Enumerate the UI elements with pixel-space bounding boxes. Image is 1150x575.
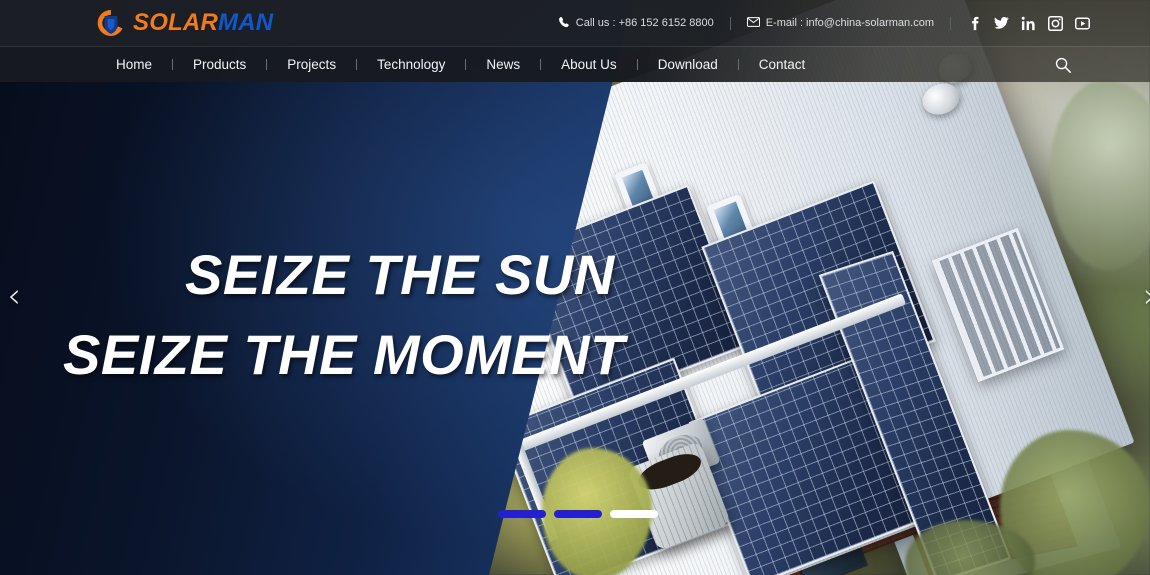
linkedin-icon[interactable] — [1021, 16, 1036, 31]
email-label: E-mail : info@china-solarman.com — [765, 17, 934, 29]
carousel-indicator-1[interactable] — [498, 510, 546, 518]
page-root: SEIZE THE SUN SEIZE THE MOMENT ‹ › SOLAR… — [0, 0, 1150, 575]
search-icon[interactable] — [1052, 54, 1074, 76]
logo-text-man: MAN — [218, 9, 274, 36]
instagram-icon[interactable] — [1048, 15, 1063, 31]
nav-item-home[interactable]: Home — [96, 57, 172, 72]
phone-label: Call us : +86 152 6152 8800 — [575, 17, 714, 29]
topbar-divider — [729, 16, 731, 30]
hero-slider: SEIZE THE SUN SEIZE THE MOMENT ‹ › — [0, 0, 1150, 575]
site-logo[interactable]: SOLARMAN — [96, 8, 273, 38]
hero-headline-line-2: SEIZE THE MOMENT — [63, 323, 625, 386]
carousel-next-button[interactable]: › — [1136, 276, 1150, 316]
carousel-indicator-2[interactable] — [554, 510, 602, 518]
facebook-icon[interactable] — [967, 16, 982, 31]
nav-item-projects[interactable]: Projects — [267, 57, 356, 72]
email-contact[interactable]: E-mail : info@china-solarman.com — [746, 16, 934, 30]
solarman-logo-icon — [96, 8, 126, 38]
nav-item-download[interactable]: Download — [638, 57, 738, 72]
phone-icon — [558, 16, 570, 31]
nav-item-about-us[interactable]: About Us — [541, 57, 637, 72]
carousel-indicator-3[interactable] — [610, 510, 658, 518]
nav-item-contact[interactable]: Contact — [739, 57, 826, 72]
nav-item-news[interactable]: News — [466, 57, 540, 72]
nav-item-technology[interactable]: Technology — [357, 57, 465, 72]
site-logo-text: SOLARMAN — [133, 9, 273, 37]
hero-headline-line-1: SEIZE THE SUN — [185, 243, 615, 306]
twitter-icon[interactable] — [994, 16, 1009, 31]
main-navigation: Home Products Projects Technology News A… — [0, 46, 1150, 82]
carousel-prev-button[interactable]: ‹ — [0, 276, 28, 316]
nav-list: Home Products Projects Technology News A… — [96, 57, 825, 72]
topbar-divider — [950, 16, 951, 30]
logo-text-solar: SOLAR — [133, 9, 218, 36]
top-bar: SOLARMAN Call us : +86 152 6152 8800 E-m… — [0, 0, 1150, 46]
carousel-indicators — [498, 510, 658, 518]
youtube-icon[interactable] — [1075, 16, 1090, 31]
social-links — [967, 15, 1090, 31]
phone-contact[interactable]: Call us : +86 152 6152 8800 — [558, 16, 714, 31]
top-bar-right: Call us : +86 152 6152 8800 E-mail : inf… — [558, 15, 1090, 31]
envelope-icon — [746, 16, 760, 30]
nav-item-products[interactable]: Products — [173, 57, 266, 72]
hero-copy: SEIZE THE SUN SEIZE THE MOMENT — [0, 0, 1150, 575]
